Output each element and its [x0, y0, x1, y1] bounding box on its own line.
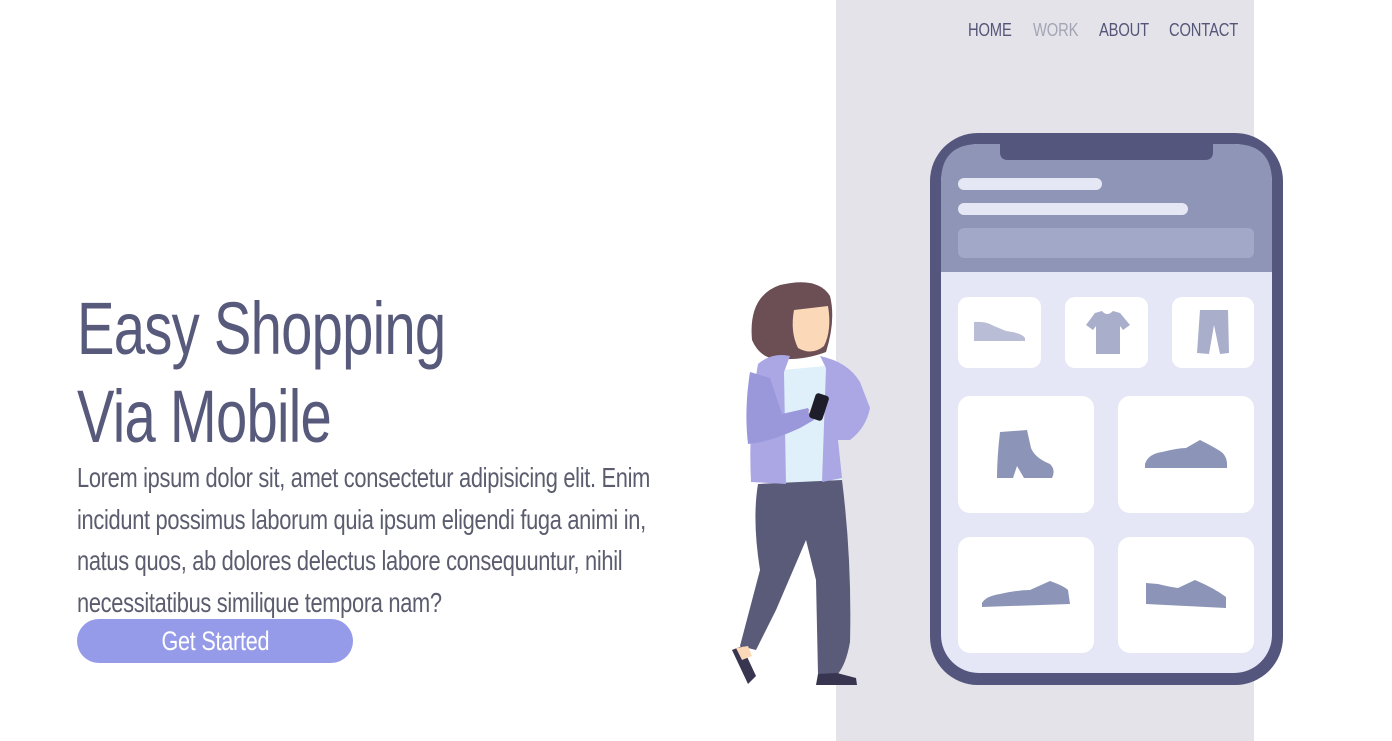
product-card-pants[interactable]	[1172, 297, 1254, 368]
woman-illustration	[732, 282, 870, 685]
shopping-illustration	[732, 133, 1283, 685]
